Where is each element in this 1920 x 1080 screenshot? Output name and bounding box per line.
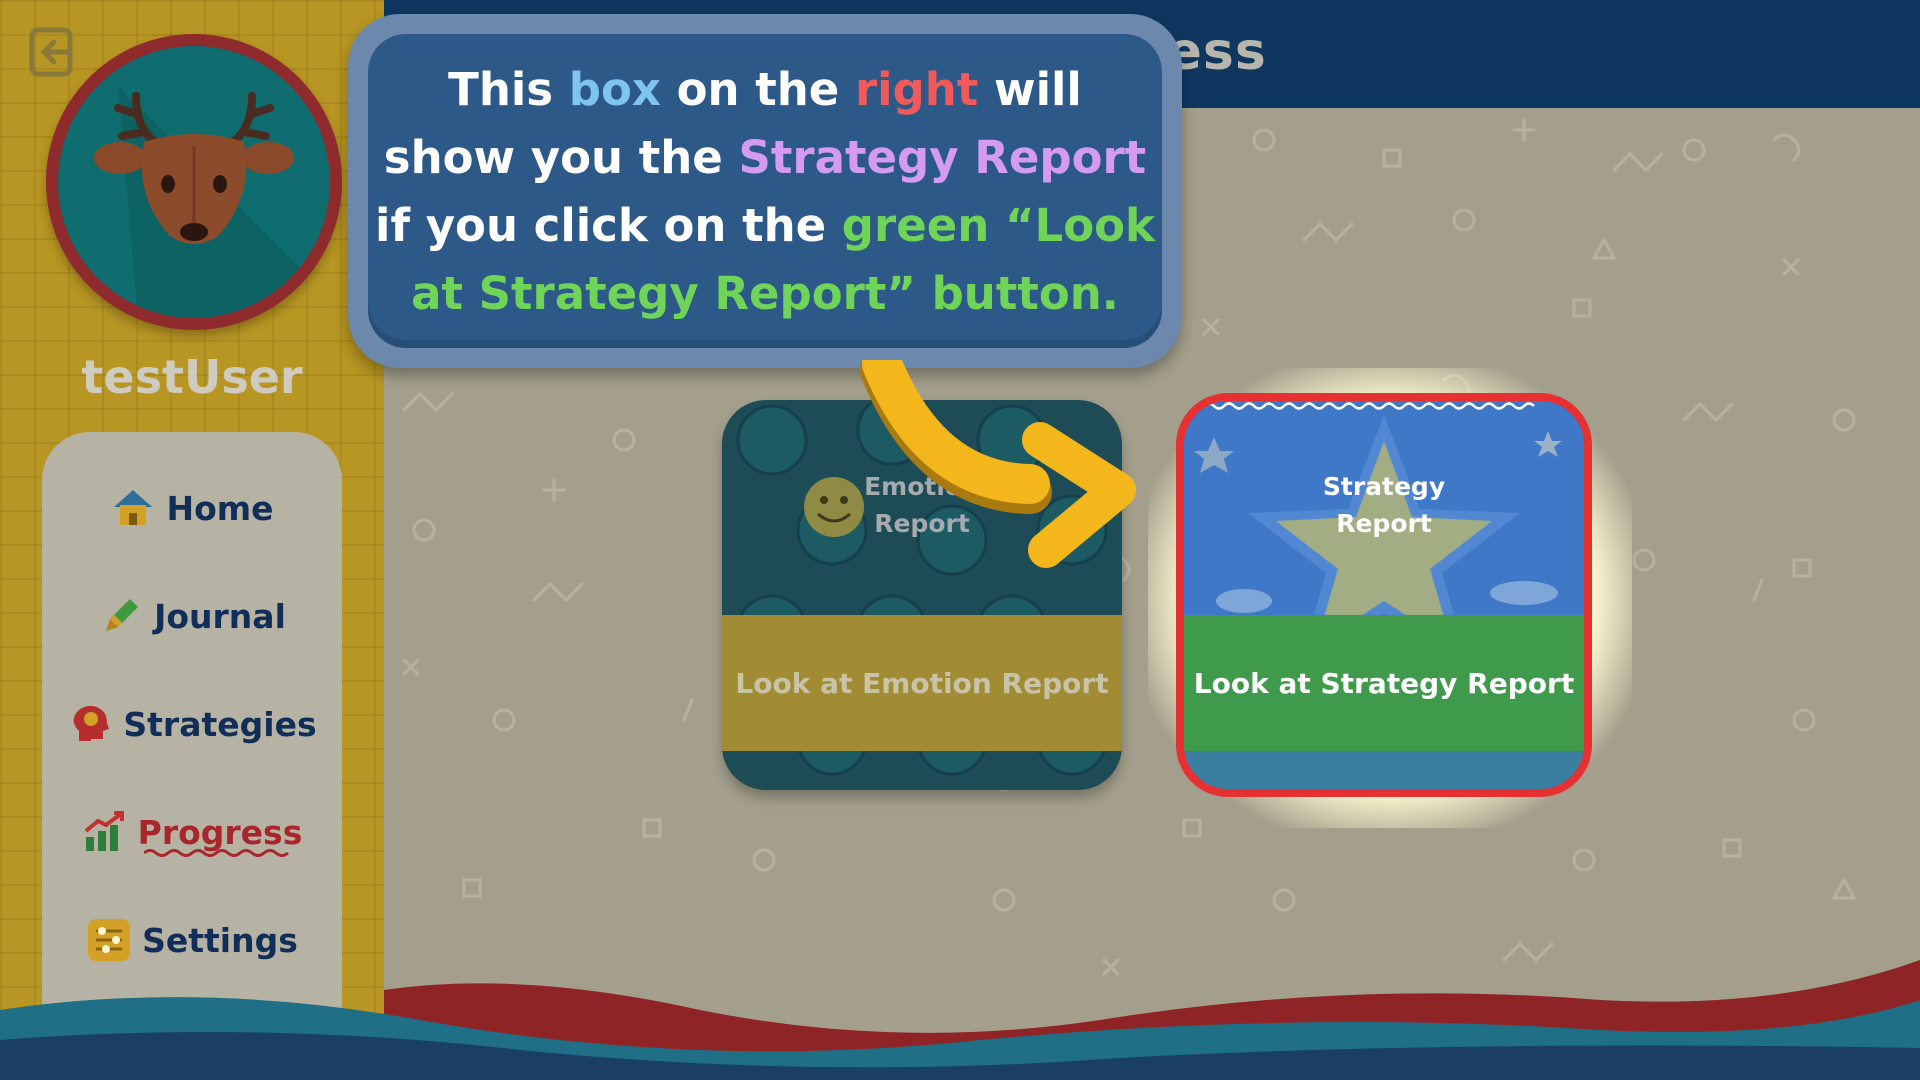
look-at-strategy-report-button[interactable]: Look at Strategy Report [1184,615,1584,751]
tutorial-seg-strategy-report: Strategy Report [738,131,1147,184]
pointer-arrow-icon [860,360,1136,568]
tutorial-seg: This [448,63,569,116]
avatar-face [58,46,330,318]
deer-icon [58,46,330,318]
chart-icon [84,811,124,851]
tutorial-seg-green: at Strategy Report” button. [411,267,1119,320]
tutorial-seg: will [978,63,1082,116]
tutorial-seg: if you click on the [375,199,842,252]
sidebar: testUser Home Journal Strategies Progres… [0,0,384,1080]
avatar [46,34,342,330]
strategy-report-card[interactable]: Look at Strategy Report [1184,401,1584,789]
tutorial-seg-green: green “Look [841,199,1155,252]
tutorial-text: This box on the right will show you the … [368,56,1162,328]
nav-home[interactable]: Home [42,478,342,538]
nav-journal-label: Journal [154,596,286,636]
nav-journal[interactable]: Journal [42,586,342,646]
nav-home-label: Home [166,488,274,528]
nav-strategies-label: Strategies [123,704,317,744]
house-icon [114,490,153,525]
tutorial-line-4: at Strategy Report” button. [368,260,1162,328]
strategy-title-line1: Strategy [1322,472,1446,501]
username: testUser [81,350,303,404]
nav-strategies[interactable]: Strategies [42,694,342,754]
tutorial-line-2: show you the Strategy Report [368,124,1162,192]
look-at-emotion-report-button[interactable]: Look at Emotion Report [722,615,1122,751]
button-underline [1184,402,1535,410]
bottom-waves [0,960,1920,1080]
tutorial-line-3: if you click on the green “Look [368,192,1162,260]
strategy-title-line2: Report [1336,509,1432,538]
nav-progress[interactable]: Progress [42,802,342,862]
active-underline [144,849,289,857]
tutorial-seg-right: right [854,63,979,116]
app-root: ress testUser Home Journal Strategies Pr… [0,0,1920,1080]
tutorial-seg: show you the [383,131,739,184]
tutorial-line-1: This box on the right will [368,56,1162,124]
tutorial-seg-box: box [568,63,661,116]
strategy-report-title: Strategy Report [1184,468,1584,542]
head-icon [74,705,110,741]
tutorial-seg: on the [660,63,855,116]
pencil-icon [106,599,139,631]
nav-progress-label: Progress [137,812,303,852]
